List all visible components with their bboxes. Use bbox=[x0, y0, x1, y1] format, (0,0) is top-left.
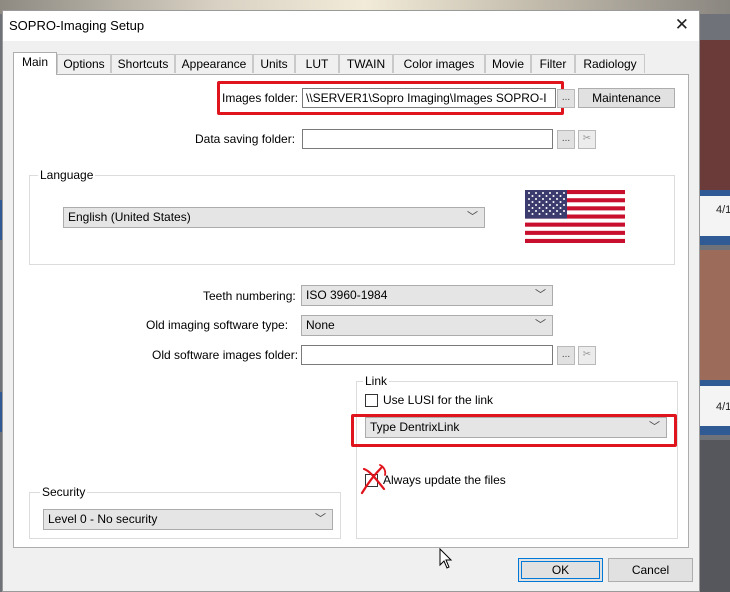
chevron-down-icon: ﹀ bbox=[315, 513, 326, 525]
background-photo bbox=[700, 250, 730, 380]
cancel-button[interactable]: Cancel bbox=[608, 558, 693, 582]
background-photo bbox=[700, 40, 730, 190]
old-software-folder-browse-button[interactable]: ... bbox=[557, 346, 575, 365]
highlight-box bbox=[351, 414, 677, 447]
tab-appearance[interactable]: Appearance bbox=[175, 54, 253, 73]
images-folder-browse-button[interactable]: ... bbox=[557, 89, 575, 108]
teeth-numbering-label: Teeth numbering: bbox=[203, 289, 296, 303]
data-saving-folder-label: Data saving folder: bbox=[195, 132, 296, 146]
tab-movie[interactable]: Movie bbox=[485, 54, 531, 73]
background-photo bbox=[700, 440, 730, 592]
red-cross-annotation-icon bbox=[360, 464, 387, 495]
use-lusi-label: Use LUSI for the link bbox=[383, 393, 494, 407]
title-bar: SOPRO-Imaging Setup ✕ bbox=[3, 11, 699, 41]
tab-main[interactable]: Main bbox=[13, 52, 57, 75]
tab-radiology[interactable]: Radiology bbox=[575, 54, 645, 73]
tab-shortcuts[interactable]: Shortcuts bbox=[111, 54, 175, 73]
scissors-icon: ✂ bbox=[578, 346, 596, 365]
old-software-type-dropdown[interactable]: None ﹀ bbox=[301, 315, 553, 336]
security-dropdown[interactable]: Level 0 - No security ﹀ bbox=[43, 509, 333, 530]
old-software-type-label: Old imaging software type: bbox=[146, 318, 289, 332]
tab-twain[interactable]: TWAIN bbox=[339, 54, 393, 73]
data-saving-folder-browse-button[interactable]: ... bbox=[557, 130, 575, 149]
background-date: 4/1 bbox=[716, 204, 730, 216]
data-saving-folder-field[interactable] bbox=[302, 129, 553, 149]
link-group-label: Link bbox=[363, 374, 390, 388]
tab-units[interactable]: Units bbox=[253, 54, 295, 73]
tab-options[interactable]: Options bbox=[57, 54, 111, 73]
tab-color-images[interactable]: Color images bbox=[393, 54, 485, 73]
maintenance-button[interactable]: Maintenance bbox=[578, 88, 675, 108]
setup-dialog: SOPRO-Imaging Setup ✕ Main Options Short… bbox=[2, 10, 700, 592]
chevron-down-icon: ﹀ bbox=[535, 319, 546, 331]
tab-lut[interactable]: LUT bbox=[295, 54, 339, 73]
language-dropdown[interactable]: English (United States) ﹀ bbox=[63, 207, 485, 228]
background-date: 4/1 bbox=[716, 401, 730, 413]
ok-button[interactable]: OK bbox=[518, 558, 603, 582]
old-software-folder-field[interactable] bbox=[301, 345, 553, 365]
use-lusi-checkbox[interactable] bbox=[365, 394, 378, 407]
old-software-type-selected-value: None bbox=[306, 318, 335, 332]
security-group: Security Level 0 - No security ﹀ bbox=[29, 485, 341, 539]
tab-filter[interactable]: Filter bbox=[531, 54, 575, 73]
teeth-numbering-selected-value: ISO 3960-1984 bbox=[306, 288, 388, 302]
chevron-down-icon: ﹀ bbox=[535, 289, 546, 301]
link-group: Link Use LUSI for the link Type DentrixL… bbox=[356, 374, 678, 539]
security-selected-value: Level 0 - No security bbox=[48, 512, 158, 526]
background-thumbnail-band bbox=[700, 190, 730, 245]
highlight-box bbox=[217, 81, 564, 115]
chevron-down-icon: ﹀ bbox=[467, 211, 478, 223]
us-flag-icon bbox=[525, 190, 625, 243]
language-selected-value: English (United States) bbox=[68, 210, 191, 224]
teeth-numbering-dropdown[interactable]: ISO 3960-1984 ﹀ bbox=[301, 285, 553, 306]
close-icon[interactable]: ✕ bbox=[675, 15, 689, 35]
main-tab-panel: Images folder: \\SERVER1\Sopro Imaging\I… bbox=[13, 74, 689, 548]
language-group: Language English (United States) ﹀ bbox=[29, 168, 675, 265]
scissors-icon: ✂ bbox=[578, 130, 596, 149]
language-group-label: Language bbox=[38, 168, 96, 182]
always-update-label: Always update the files bbox=[383, 473, 506, 487]
mouse-cursor-icon bbox=[439, 548, 453, 569]
old-software-folder-label: Old software images folder: bbox=[152, 348, 299, 362]
focus-rect bbox=[521, 561, 600, 579]
security-group-label: Security bbox=[40, 485, 88, 499]
window-title: SOPRO-Imaging Setup bbox=[9, 18, 145, 33]
